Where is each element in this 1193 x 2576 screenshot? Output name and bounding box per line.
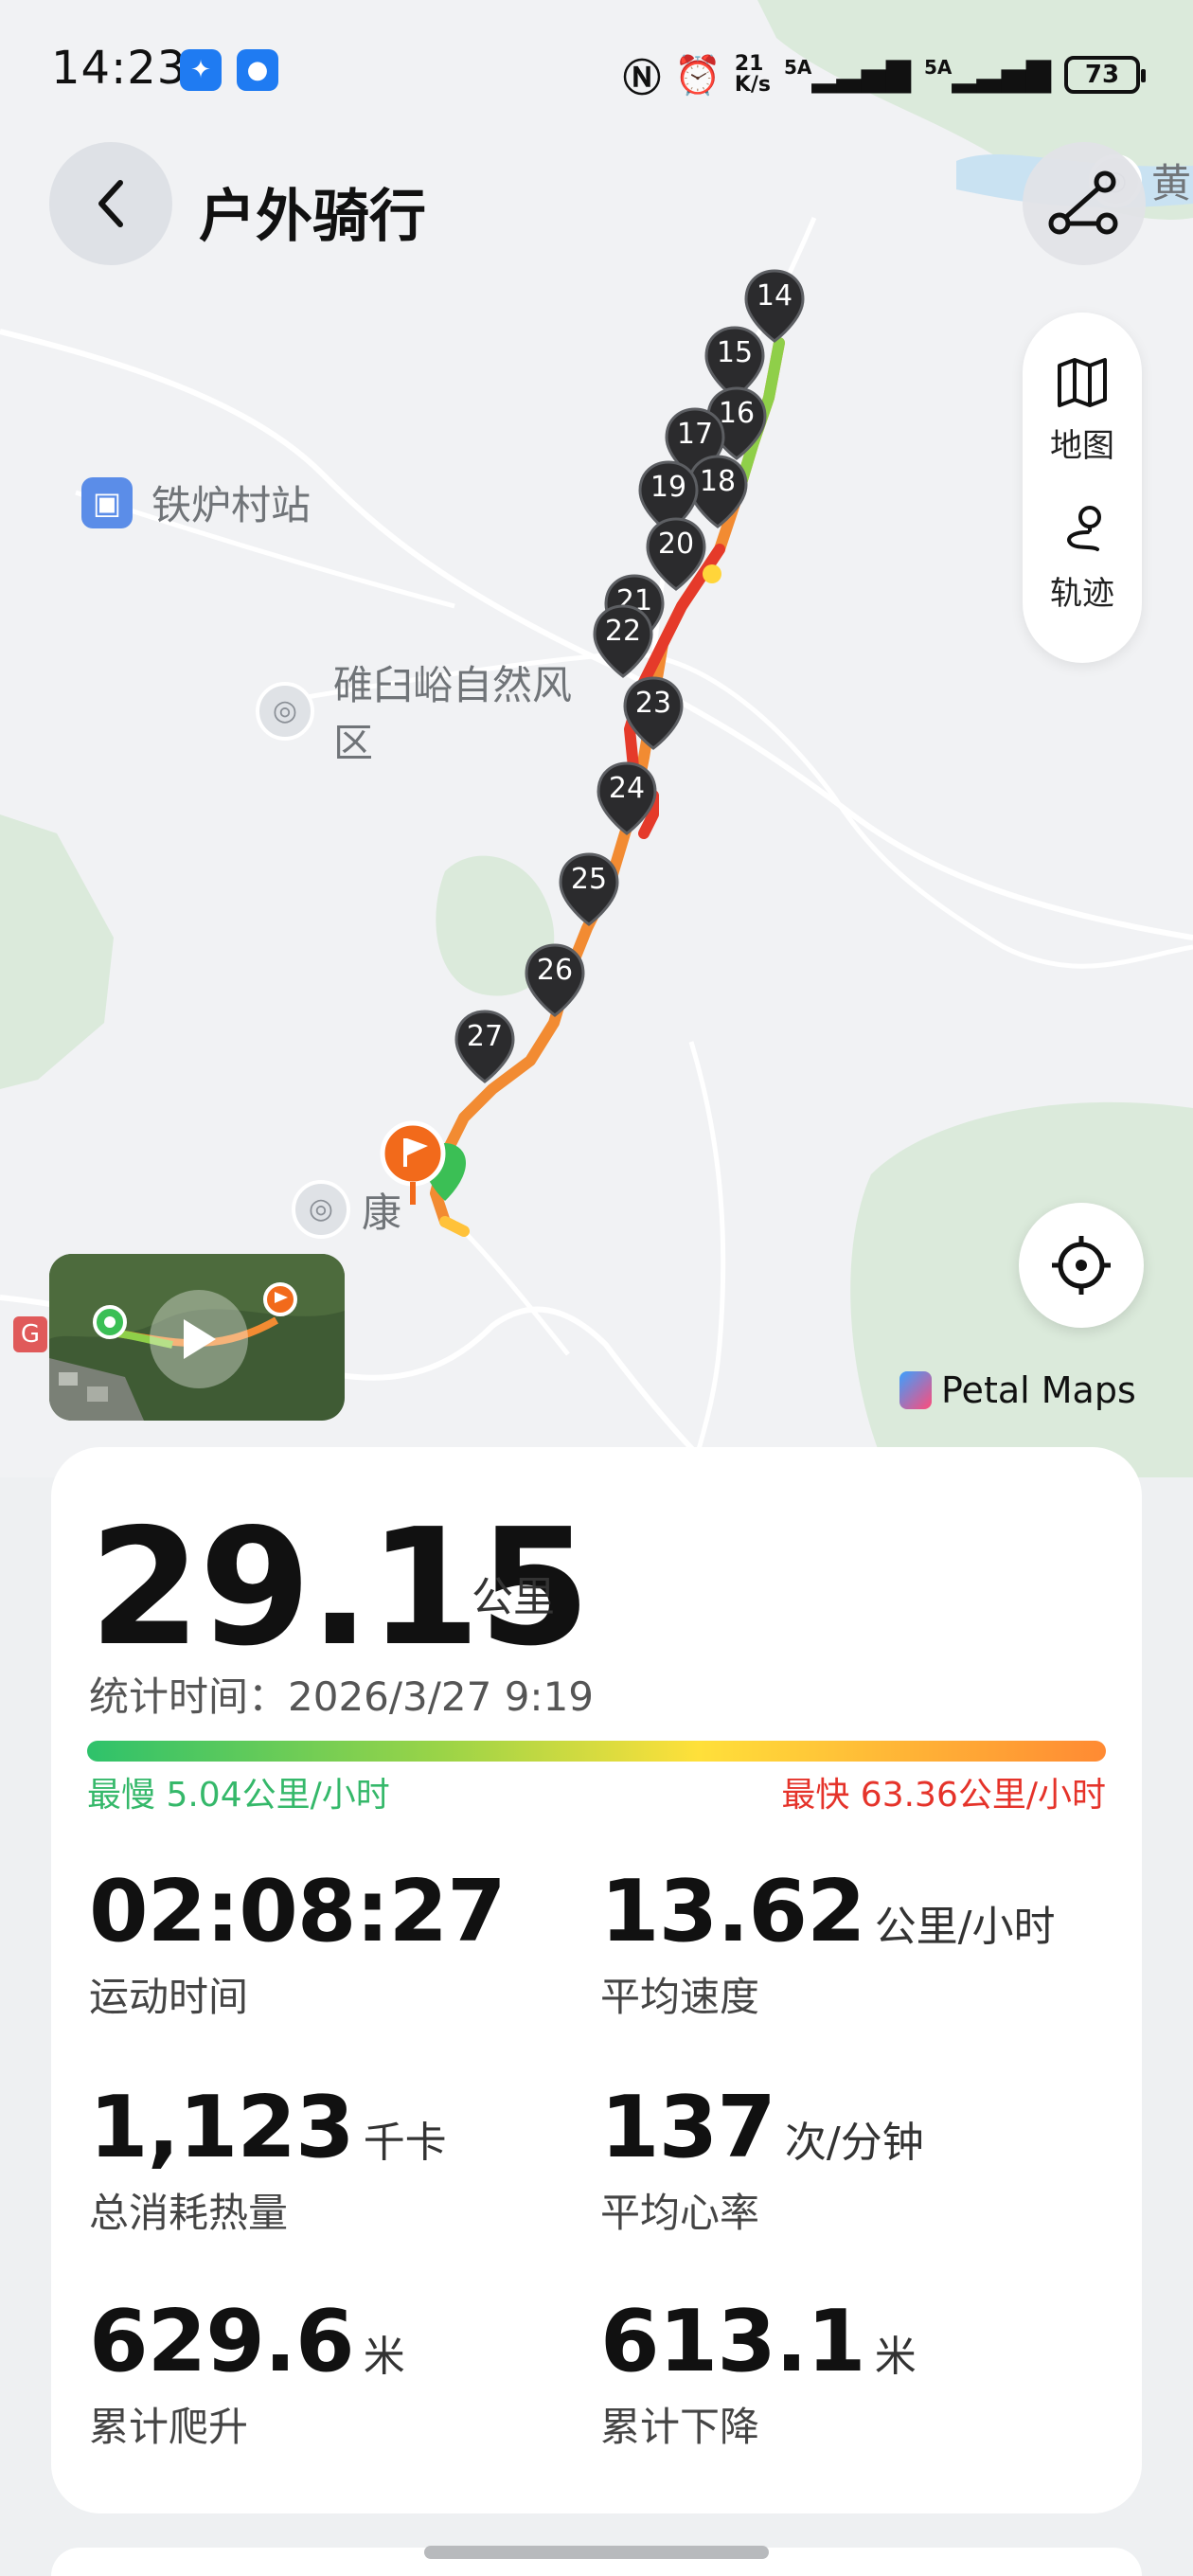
locate-button[interactable]: [1019, 1203, 1144, 1328]
route-map[interactable]: 14 15 16 17 18 19 20 21 22 23 24 25 26 27 ▣ 铁炉村站 ◎ 碓臼…: [0, 0, 1193, 1477]
track-pin-icon: [1067, 506, 1101, 551]
clock: 14:23: [51, 42, 187, 95]
station-label[interactable]: ▣ 铁炉村站: [81, 474, 311, 531]
distance-unit: 公里: [472, 1573, 555, 1621]
petal-maps-attribution: Petal Maps: [899, 1369, 1136, 1411]
alarm-icon: ⏰: [674, 53, 721, 98]
route-nodes-icon: [1048, 170, 1118, 235]
chevron-left-icon: [98, 180, 123, 227]
map-icon: [1058, 358, 1107, 407]
nfc-icon: Ⓝ: [623, 57, 661, 100]
fastest-speed: 最快 63.36公里/小时: [781, 1776, 1106, 1815]
petal-maps-logo-icon: [899, 1371, 932, 1409]
track-mode-button[interactable]: 轨迹: [1023, 502, 1142, 614]
replay-video-thumbnail[interactable]: [49, 1254, 345, 1421]
train-station-icon: ▣: [81, 476, 133, 528]
signal-sim1-icon: 5A▂▃▅▇: [784, 56, 911, 94]
stat-time: 统计时间：2026/3/27 9:19: [89, 1673, 595, 1720]
page-title: 户外骑行: [199, 184, 426, 250]
speed-gradient-bar: [87, 1741, 1106, 1762]
ride-summary-card: 29.15 公里 统计时间：2026/3/27 9:19 最慢 5.04公里/小…: [51, 1447, 1142, 2513]
metric-duration: 02:08:27 运动时间: [89, 1862, 507, 2020]
road-badge: G: [13, 1316, 47, 1352]
camera-icon: ◎: [292, 1180, 350, 1239]
home-indicator[interactable]: [424, 2546, 769, 2559]
status-bar: 14:23 ✦ ● Ⓝ ⏰ 21 K/s 5A▂▃▅▇ 5A▂▃▅▇ 73: [0, 0, 1193, 133]
slowest-speed: 最慢 5.04公里/小时: [87, 1776, 390, 1815]
route-share-button[interactable]: [1023, 142, 1146, 265]
metric-avg-speed: 13.62 公里/小时 平均速度: [600, 1862, 1056, 2020]
map-mode-button[interactable]: 地图: [1023, 354, 1142, 466]
map-mode-panel: 地图 轨迹: [1023, 313, 1142, 663]
metric-ascent: 629.6 米 累计爬升: [89, 2292, 405, 2450]
back-button[interactable]: [49, 142, 172, 265]
battery-icon: 73: [1064, 56, 1146, 94]
scenic-area-label[interactable]: ◎ 碓臼峪自然风 区: [256, 653, 572, 769]
bulb-notification-icon: ✦: [180, 49, 222, 91]
network-speed: 21 K/s: [734, 52, 771, 97]
metric-calories: 1,123 千卡 总消耗热量: [89, 2078, 447, 2236]
metric-descent: 613.1 米 累计下降: [600, 2292, 917, 2450]
camera-icon: ◎: [256, 682, 314, 741]
metric-heart-rate: 137 次/分钟 平均心率: [600, 2078, 924, 2236]
signal-sim2-icon: 5A▂▃▅▇: [924, 56, 1051, 94]
crosshair-icon: [1052, 1236, 1111, 1295]
message-notification-icon: ●: [237, 49, 278, 91]
town-label[interactable]: ◎ 康: [292, 1180, 401, 1239]
play-icon[interactable]: [150, 1290, 248, 1388]
